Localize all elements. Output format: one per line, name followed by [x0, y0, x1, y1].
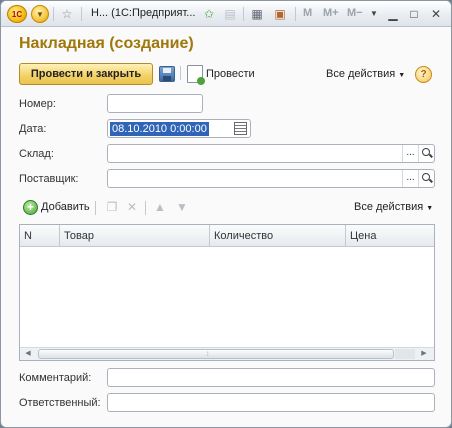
move-down-icon[interactable]: ▼	[175, 200, 189, 214]
scrollbar-thumb[interactable]: ⁞	[38, 349, 394, 359]
warehouse-field[interactable]: ...	[107, 144, 435, 163]
date-value: 08.10.2010 0:00:00	[110, 122, 209, 136]
table-toolbar: + Добавить ❐ ✕ ▲ ▼ Все действия ▼	[19, 198, 435, 218]
grip-icon: ⁞	[207, 352, 209, 358]
table-header: N Товар Количество Цена	[20, 225, 434, 247]
separator	[53, 7, 54, 21]
window-title: Н... (1С:Предприят...	[91, 7, 196, 19]
copy-icon[interactable]: ❐	[105, 200, 119, 214]
scroll-right-icon[interactable]: ▶	[418, 349, 430, 359]
maximize-icon[interactable]: □	[405, 5, 423, 23]
separator	[145, 201, 146, 215]
calendar-picker-icon[interactable]	[234, 122, 247, 135]
supplier-search-icon[interactable]	[418, 170, 434, 187]
memory-add-button[interactable]: M+	[323, 7, 339, 19]
table-all-actions-menu[interactable]: Все действия ▼	[354, 201, 433, 213]
separator	[95, 201, 96, 215]
warehouse-label: Склад:	[19, 148, 54, 160]
supplier-field[interactable]: ...	[107, 169, 435, 188]
memory-store-button[interactable]: M	[303, 7, 312, 19]
title-bar: 1С ▼ ☆ Н... (1С:Предприят... ✩ ▤ ▦ ▣ M M…	[1, 1, 451, 27]
scrollbar-track[interactable]	[395, 349, 415, 359]
move-up-icon[interactable]: ▲	[153, 200, 167, 214]
goods-table[interactable]: N Товар Количество Цена ◀ ⁞ ▶	[19, 224, 435, 361]
post-and-close-button[interactable]: Провести и закрыть	[19, 63, 153, 85]
separator	[243, 7, 244, 21]
date-label: Дата:	[19, 123, 47, 135]
close-icon[interactable]: ✕	[427, 5, 445, 23]
column-header-product[interactable]: Товар	[60, 225, 210, 247]
number-field[interactable]	[107, 94, 203, 113]
delete-icon[interactable]: ✕	[125, 200, 139, 214]
help-icon[interactable]: ?	[415, 66, 432, 83]
scroll-left-icon[interactable]: ◀	[22, 349, 34, 359]
print-icon[interactable]: ▤	[222, 6, 238, 22]
add-to-favorites-icon[interactable]: ✩	[201, 6, 217, 22]
supplier-label: Поставщик:	[19, 173, 79, 185]
dropdown-arrow-icon: ▼	[398, 72, 406, 79]
dropdown-arrow-icon: ▼	[426, 205, 434, 212]
comment-label: Комментарий:	[19, 372, 92, 384]
minimize-icon[interactable]: ▁	[384, 5, 402, 23]
form-title: Накладная (создание)	[19, 35, 194, 52]
responsible-field[interactable]	[107, 393, 435, 412]
date-field[interactable]: 08.10.2010 0:00:00	[107, 119, 251, 138]
calculator-icon[interactable]: ▦	[249, 6, 265, 22]
post-button[interactable]: Провести	[206, 68, 255, 80]
add-button[interactable]: Добавить	[41, 201, 90, 213]
horizontal-scrollbar[interactable]: ◀ ⁞ ▶	[20, 347, 434, 360]
warehouse-search-icon[interactable]	[418, 145, 434, 162]
supplier-select-button[interactable]: ...	[402, 170, 418, 187]
column-header-n[interactable]: N	[20, 225, 60, 247]
table-all-actions-label: Все действия	[354, 201, 424, 213]
column-header-price[interactable]: Цена	[346, 225, 434, 247]
add-icon[interactable]: +	[23, 200, 38, 215]
post-document-icon[interactable]	[187, 65, 205, 85]
separator	[295, 7, 296, 21]
form-window: 1С ▼ ☆ Н... (1С:Предприят... ✩ ▤ ▦ ▣ M M…	[0, 0, 452, 428]
calendar-icon[interactable]: ▣	[272, 6, 288, 22]
warehouse-select-button[interactable]: ...	[402, 145, 418, 162]
comment-field[interactable]	[107, 368, 435, 387]
memory-subtract-button[interactable]: M−	[347, 7, 363, 19]
column-header-quantity[interactable]: Количество	[210, 225, 346, 247]
number-label: Номер:	[19, 98, 56, 110]
all-actions-label: Все действия	[326, 68, 396, 80]
responsible-label: Ответственный:	[19, 397, 101, 409]
chevron-down-icon[interactable]: ▼	[365, 5, 383, 23]
favorites-star-icon[interactable]: ☆	[59, 6, 75, 22]
all-actions-menu[interactable]: Все действия ▼	[326, 68, 405, 80]
separator	[180, 66, 181, 80]
main-menu-button[interactable]: ▼	[31, 5, 49, 23]
separator	[81, 7, 82, 21]
1c-logo-icon[interactable]: 1С	[7, 5, 27, 23]
save-icon[interactable]	[159, 66, 175, 82]
